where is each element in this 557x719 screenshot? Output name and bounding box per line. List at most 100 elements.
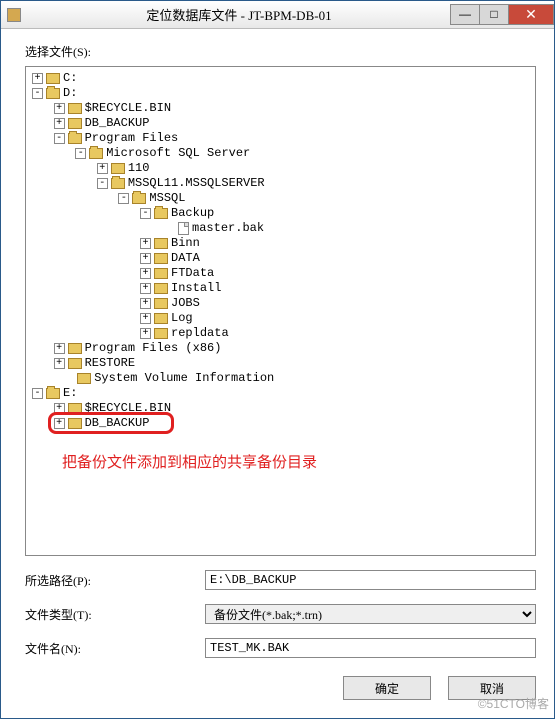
node-label: C: xyxy=(63,71,77,86)
expand-icon[interactable]: + xyxy=(54,358,65,369)
tree-node-d[interactable]: -D: xyxy=(32,86,529,101)
expand-icon[interactable]: + xyxy=(54,118,65,129)
selected-path-label: 所选路径(P): xyxy=(25,572,205,589)
tree-node[interactable]: +$RECYCLE.BIN xyxy=(32,101,529,116)
node-label: Backup xyxy=(171,206,214,221)
tree-node[interactable]: +Log xyxy=(32,311,529,326)
tree-node[interactable]: +$RECYCLE.BIN xyxy=(32,401,529,416)
expand-icon[interactable]: + xyxy=(140,238,151,249)
folder-icon xyxy=(111,163,125,174)
file-name-label: 文件名(N): xyxy=(25,640,205,657)
expand-icon[interactable]: + xyxy=(54,403,65,414)
folder-tree-panel[interactable]: +C: -D: +$RECYCLE.BIN +DB_BACKUP -Progra… xyxy=(25,66,536,556)
collapse-icon[interactable]: - xyxy=(140,208,151,219)
tree-node[interactable]: +110 xyxy=(32,161,529,176)
tree-node-e-dbbackup[interactable]: + DB_BACKUP xyxy=(32,416,529,431)
tree-node[interactable]: +repldata xyxy=(32,326,529,341)
node-label: DB_BACKUP xyxy=(85,116,150,131)
tree-node[interactable]: - MSSQL11.MSSQLSERVER xyxy=(32,176,529,191)
expand-icon[interactable]: + xyxy=(54,343,65,354)
folder-icon xyxy=(68,358,82,369)
watermark: ©51CTO博客 xyxy=(478,695,549,712)
folder-open-icon xyxy=(46,388,60,399)
tree-node[interactable]: -Microsoft SQL Server xyxy=(32,146,529,161)
expand-icon[interactable]: + xyxy=(32,73,43,84)
expand-icon[interactable]: + xyxy=(140,313,151,324)
collapse-icon[interactable]: - xyxy=(32,388,43,399)
tree-node[interactable]: + JOBS xyxy=(32,296,529,311)
maximize-button[interactable]: □ xyxy=(479,4,509,25)
node-label: DATA xyxy=(171,251,200,266)
file-type-select[interactable]: 备份文件(*.bak;*.trn) xyxy=(205,604,536,624)
tree-node-file[interactable]: master.bak xyxy=(32,221,529,236)
tree-node[interactable]: System Volume Information xyxy=(32,371,529,386)
collapse-icon[interactable]: - xyxy=(118,193,129,204)
folder-icon xyxy=(68,418,82,429)
folder-icon xyxy=(154,238,168,249)
collapse-icon[interactable]: - xyxy=(32,88,43,99)
tree-node[interactable]: + Install xyxy=(32,281,529,296)
node-label: JOBS xyxy=(171,296,200,311)
folder-icon xyxy=(68,343,82,354)
node-label: 110 xyxy=(128,161,150,176)
expand-icon[interactable]: + xyxy=(54,103,65,114)
dialog-window: 定位数据库文件 - JT-BPM-DB-01 — □ ✕ 选择文件(S): + C… xyxy=(0,0,555,719)
tree-node[interactable]: - Backup xyxy=(32,206,529,221)
folder-icon xyxy=(154,313,168,324)
tree-node[interactable]: + Binn xyxy=(32,236,529,251)
folder-icon xyxy=(154,268,168,279)
form-area: 所选路径(P): 文件类型(T): 备份文件(*.bak;*.trn) 文件名(… xyxy=(25,570,536,700)
tree-node[interactable]: + DB_BACKUP xyxy=(32,116,529,131)
file-type-label: 文件类型(T): xyxy=(25,606,205,623)
node-label: System Volume Information xyxy=(94,371,274,386)
close-button[interactable]: ✕ xyxy=(508,4,554,25)
folder-icon xyxy=(68,403,82,414)
node-label: Install xyxy=(171,281,221,296)
node-label: RESTORE xyxy=(85,356,135,371)
file-name-input[interactable] xyxy=(205,638,536,658)
folder-icon xyxy=(154,253,168,264)
folder-icon xyxy=(154,298,168,309)
collapse-icon[interactable]: - xyxy=(54,133,65,144)
node-label: MSSQL xyxy=(149,191,185,206)
folder-open-icon xyxy=(89,148,103,159)
dialog-content: 选择文件(S): + C: -D: +$RECYCLE.BIN + DB_BACKU… xyxy=(1,29,554,718)
tree-node-c[interactable]: + C: xyxy=(32,71,529,86)
folder-icon xyxy=(68,118,82,129)
folder-open-icon xyxy=(132,193,146,204)
node-label: Binn xyxy=(171,236,200,251)
ok-button[interactable]: 确定 xyxy=(343,676,431,700)
tree-node[interactable]: - MSSQL xyxy=(32,191,529,206)
window-title: 定位数据库文件 - JT-BPM-DB-01 xyxy=(27,5,451,24)
select-file-label: 选择文件(S): xyxy=(25,43,536,60)
tree-node[interactable]: + DATA xyxy=(32,251,529,266)
expand-icon[interactable]: + xyxy=(140,253,151,264)
tree-node[interactable]: +FTData xyxy=(32,266,529,281)
tree-node[interactable]: + RESTORE xyxy=(32,356,529,371)
annotation-text: 把备份文件添加到相应的共享备份目录 xyxy=(62,451,529,472)
node-label: master.bak xyxy=(192,221,264,236)
expand-icon[interactable]: + xyxy=(140,283,151,294)
node-label: DB_BACKUP xyxy=(85,416,150,431)
tree-node[interactable]: -Program Files xyxy=(32,131,529,146)
tree-node-e[interactable]: - E: xyxy=(32,386,529,401)
folder-tree: +C: -D: +$RECYCLE.BIN +DB_BACKUP -Progra… xyxy=(32,71,529,431)
node-label: Program Files (x86) xyxy=(85,341,222,356)
expand-icon[interactable]: + xyxy=(140,268,151,279)
selected-path-input[interactable] xyxy=(205,570,536,590)
expand-icon[interactable]: + xyxy=(140,328,151,339)
node-label: MSSQL11.MSSQLSERVER xyxy=(128,176,265,191)
minimize-button[interactable]: — xyxy=(450,4,480,25)
collapse-icon[interactable]: - xyxy=(75,148,86,159)
collapse-icon[interactable]: - xyxy=(97,178,108,189)
tree-node[interactable]: + Program Files (x86) xyxy=(32,341,529,356)
folder-icon xyxy=(154,328,168,339)
folder-icon xyxy=(68,103,82,114)
folder-open-icon xyxy=(46,88,60,99)
folder-open-icon xyxy=(111,178,125,189)
expand-icon[interactable]: + xyxy=(97,163,108,174)
node-label: E: xyxy=(63,386,77,401)
expand-icon[interactable]: + xyxy=(54,418,65,429)
folder-open-icon xyxy=(154,208,168,219)
expand-icon[interactable]: + xyxy=(140,298,151,309)
